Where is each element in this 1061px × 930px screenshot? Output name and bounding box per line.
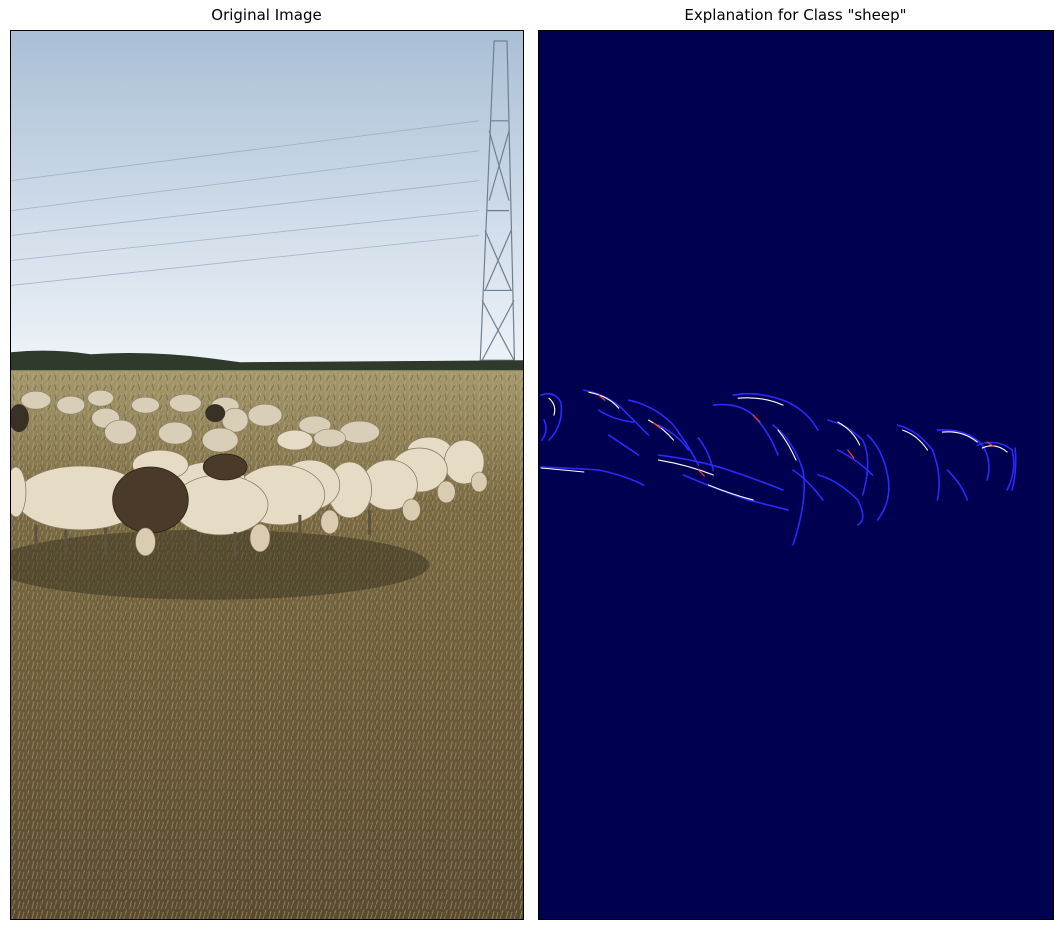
- saliency-map: [539, 31, 1053, 919]
- explanation-title: Explanation for Class "sheep": [684, 6, 907, 24]
- sheep-field-photo: [11, 31, 523, 919]
- original-image-title: Original Image: [211, 6, 322, 24]
- explanation-heatmap: [538, 30, 1054, 920]
- original-image: [10, 30, 524, 920]
